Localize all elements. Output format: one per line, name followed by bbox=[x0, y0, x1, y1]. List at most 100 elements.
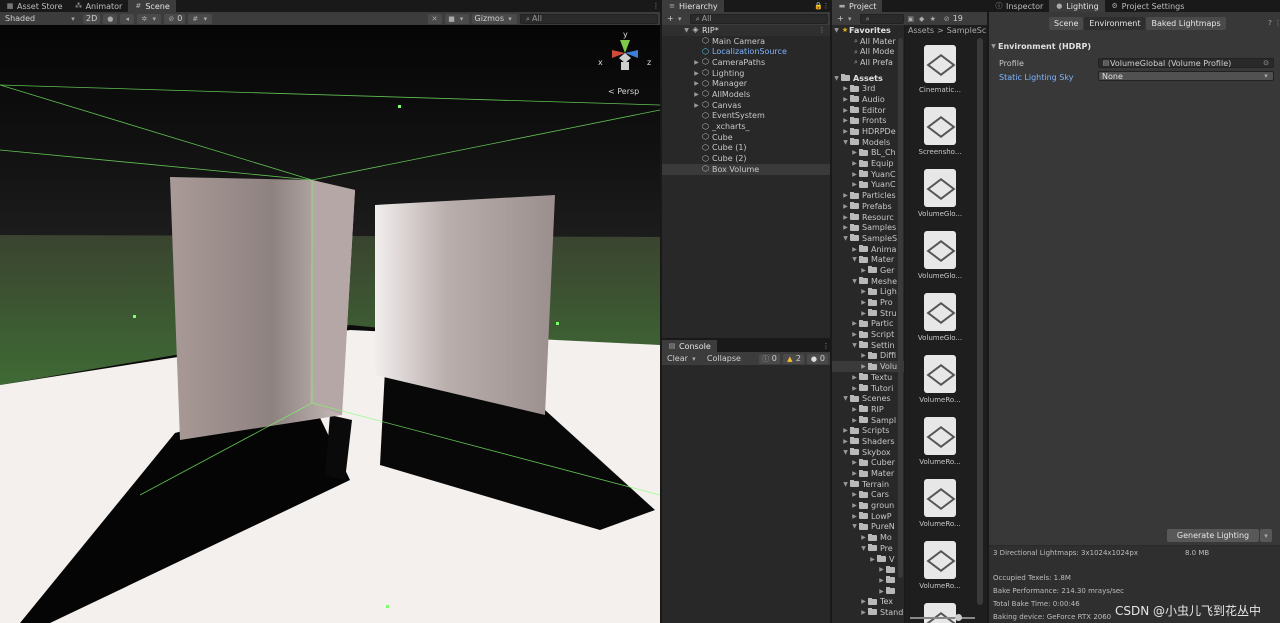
hierarchy-item[interactable]: ▶ ⬡ Canvas bbox=[662, 100, 830, 111]
folder-item[interactable]: ▶ bbox=[832, 564, 904, 575]
tab-scene[interactable]: # Scene bbox=[128, 0, 176, 12]
fold-arrow-icon[interactable]: ▶ bbox=[850, 181, 859, 188]
fold-arrow-icon[interactable]: ▶ bbox=[850, 246, 859, 253]
subtab-baked-lightmaps[interactable]: Baked Lightmaps bbox=[1146, 17, 1226, 30]
profile-field[interactable]: ▤ VolumeGlobal (Volume Profile) ⊙ bbox=[1098, 58, 1274, 68]
folder-item[interactable]: ▶ Ligh bbox=[832, 287, 904, 298]
fold-arrow-icon[interactable]: ▼ bbox=[850, 342, 859, 349]
fold-arrow-icon[interactable]: ▶ bbox=[850, 459, 859, 466]
audio-toggle-button[interactable]: ◂ bbox=[120, 13, 135, 24]
asset-tile[interactable]: VolumeGlo... bbox=[910, 231, 970, 280]
scene-search-input[interactable]: ⌕ All bbox=[520, 13, 658, 24]
tab-console[interactable]: ▤ Console bbox=[662, 340, 717, 352]
tab-animator[interactable]: ⁂ Animator bbox=[69, 0, 129, 12]
lock-icon[interactable]: 🔒 bbox=[814, 2, 823, 10]
folder-item[interactable]: ▼ PureN bbox=[832, 522, 904, 533]
filter-label-icon[interactable]: ◆ bbox=[918, 15, 926, 23]
asset-tile[interactable]: Cinematic... bbox=[910, 45, 970, 94]
static-sky-dropdown[interactable]: None ▾ bbox=[1098, 71, 1274, 81]
grid-dropdown[interactable]: # ▾ bbox=[188, 13, 213, 24]
folder-item[interactable]: ▶ Particles bbox=[832, 190, 904, 201]
fold-arrow-icon[interactable]: ▶ bbox=[850, 406, 859, 413]
folder-item[interactable]: ▼ Settin bbox=[832, 340, 904, 351]
project-create-button[interactable]: + ▾ bbox=[834, 14, 857, 24]
folder-item[interactable]: ▼ Meshe bbox=[832, 276, 904, 287]
favorite-item[interactable]: ⌕ All Mater bbox=[832, 36, 904, 47]
hierarchy-item[interactable]: ⬡ LocalizationSource bbox=[662, 46, 830, 57]
fold-arrow-icon[interactable]: ▼ bbox=[841, 395, 850, 402]
folder-item[interactable]: ▶ Fronts bbox=[832, 116, 904, 127]
folder-item[interactable]: ▼ Pre bbox=[832, 543, 904, 554]
fold-arrow-icon[interactable]: ▶ bbox=[859, 310, 868, 317]
hierarchy-item[interactable]: ▶ ⬡ Manager bbox=[662, 78, 830, 89]
fold-arrow-icon[interactable]: ▶ bbox=[850, 470, 859, 477]
fold-arrow-icon[interactable]: ▶ bbox=[877, 588, 886, 595]
scene-viewport[interactable]: y x z < Persp bbox=[0, 25, 660, 623]
fold-arrow-icon[interactable]: ▶ bbox=[841, 438, 850, 445]
folder-item[interactable]: ▶ Textu bbox=[832, 372, 904, 383]
fold-arrow-icon[interactable]: ▼ bbox=[832, 27, 841, 34]
folder-item[interactable]: ▶ BL_Ch bbox=[832, 148, 904, 159]
error-toggle[interactable]: ● 0 bbox=[806, 353, 828, 364]
fold-arrow-icon[interactable]: ▶ bbox=[841, 96, 850, 103]
folder-item[interactable]: ▶ Ger bbox=[832, 265, 904, 276]
fold-arrow-icon[interactable]: ▶ bbox=[859, 534, 868, 541]
fold-arrow-icon[interactable]: ▶ bbox=[859, 288, 868, 295]
asset-tile[interactable]: VolumeRo... bbox=[910, 603, 970, 623]
tab-lighting[interactable]: ● Lighting bbox=[1049, 0, 1105, 12]
assets-scrollbar[interactable] bbox=[977, 38, 983, 605]
asset-tile[interactable]: VolumeGlo... bbox=[910, 169, 970, 218]
fold-arrow-icon[interactable]: ▶ bbox=[850, 320, 859, 327]
folder-item[interactable]: ▶ Script bbox=[832, 329, 904, 340]
fold-arrow-icon[interactable]: ▼ bbox=[841, 481, 850, 488]
fold-arrow-icon[interactable]: ▼ bbox=[832, 75, 841, 82]
generate-lighting-button[interactable]: Generate Lighting bbox=[1167, 529, 1259, 542]
fold-arrow-icon[interactable]: ▼ bbox=[850, 256, 859, 263]
folder-item[interactable]: ▶ Scripts bbox=[832, 425, 904, 436]
hierarchy-item[interactable]: ▶ ⬡ Lighting bbox=[662, 68, 830, 79]
fold-arrow-icon[interactable]: ▼ bbox=[989, 43, 998, 50]
warning-toggle[interactable]: ▲ 2 bbox=[782, 353, 804, 364]
kebab-menu-icon[interactable]: ⋮ bbox=[1274, 19, 1280, 27]
fold-arrow-icon[interactable]: ▶ bbox=[841, 224, 850, 231]
breadcrumb-current[interactable]: SampleSc bbox=[947, 26, 986, 35]
fold-arrow-icon[interactable]: ▶ bbox=[692, 91, 701, 98]
hierarchy-item[interactable]: ⬡ Cube bbox=[662, 132, 830, 143]
fold-arrow-icon[interactable]: ▼ bbox=[850, 523, 859, 530]
folder-item[interactable]: ▶ Shaders bbox=[832, 436, 904, 447]
tab-asset-store[interactable]: ▦ Asset Store bbox=[0, 0, 69, 12]
fold-arrow-icon[interactable]: ▶ bbox=[692, 59, 701, 66]
fold-arrow-icon[interactable]: ▼ bbox=[841, 235, 850, 242]
fold-arrow-icon[interactable]: ▶ bbox=[841, 427, 850, 434]
kebab-menu-icon[interactable]: ⋮ bbox=[822, 342, 830, 350]
fold-arrow-icon[interactable]: ▶ bbox=[859, 598, 868, 605]
kebab-menu-icon[interactable]: ⋮ bbox=[652, 2, 660, 10]
folder-item[interactable]: ▶ Volu bbox=[832, 361, 904, 372]
fold-arrow-icon[interactable]: ▶ bbox=[692, 80, 701, 87]
fold-arrow-icon[interactable]: ▶ bbox=[850, 502, 859, 509]
folder-item[interactable]: ▶ Sampl bbox=[832, 415, 904, 426]
tools-button[interactable]: ✕ bbox=[427, 13, 442, 24]
folder-item[interactable]: ▶ Pro bbox=[832, 297, 904, 308]
collapse-button[interactable]: Collapse bbox=[704, 354, 744, 364]
scene-root-row[interactable]: ▼ ◈ RIP* ⋮ bbox=[662, 25, 830, 36]
fold-arrow-icon[interactable]: ▶ bbox=[841, 107, 850, 114]
breadcrumb-assets[interactable]: Assets bbox=[908, 26, 934, 35]
folder-item[interactable]: ▶ Editor bbox=[832, 105, 904, 116]
hierarchy-item[interactable]: ⬡ Cube (2) bbox=[662, 153, 830, 164]
hierarchy-item[interactable]: ▶ ⬡ CameraPaths bbox=[662, 57, 830, 68]
camera-dropdown[interactable]: ■ ▾ bbox=[444, 13, 469, 24]
log-toggle[interactable]: ⓘ 0 bbox=[758, 353, 780, 364]
object-picker-icon[interactable]: ⊙ bbox=[1262, 59, 1270, 67]
fold-arrow-icon[interactable]: ▶ bbox=[859, 299, 868, 306]
folder-item[interactable]: ▶ bbox=[832, 586, 904, 597]
folder-item[interactable]: ▶ Resourc bbox=[832, 212, 904, 223]
folder-item[interactable]: ▶ groun bbox=[832, 500, 904, 511]
folder-item[interactable]: ▶ Tutori bbox=[832, 383, 904, 394]
fold-arrow-icon[interactable]: ▶ bbox=[850, 331, 859, 338]
slider-thumb[interactable] bbox=[955, 614, 962, 621]
favorites-row[interactable]: ▼ ★ Favorites bbox=[832, 25, 904, 36]
fold-arrow-icon[interactable]: ▶ bbox=[877, 566, 886, 573]
folder-item[interactable]: ▶ Diffi bbox=[832, 351, 904, 362]
fold-arrow-icon[interactable]: ▶ bbox=[850, 491, 859, 498]
